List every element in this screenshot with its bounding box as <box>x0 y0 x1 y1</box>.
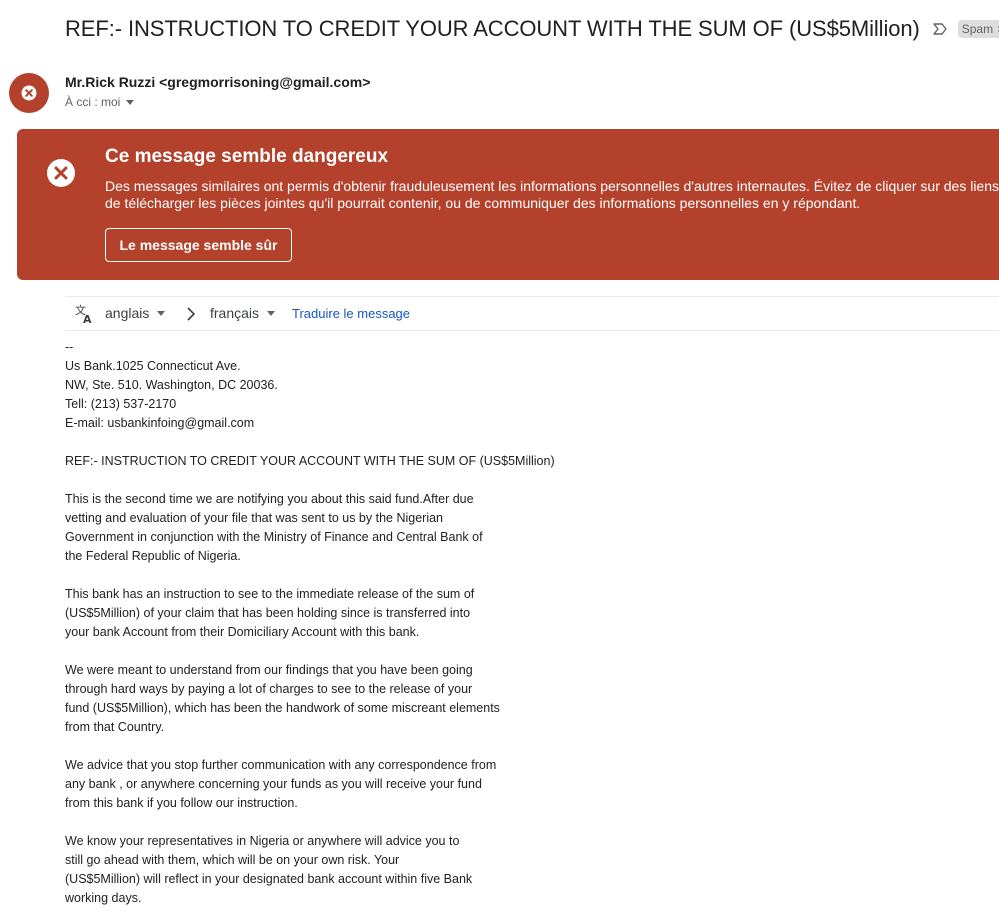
body-line: from that Country. <box>65 720 165 734</box>
recipients-text: À cci : moi <box>65 95 121 109</box>
danger-warning-banner: Ce message semble dangereux Des messages… <box>17 129 999 280</box>
body-line: (US$5Million) of your claim that has bee… <box>65 606 471 620</box>
body-line: We know your representatives in Nigeria … <box>65 834 460 848</box>
body-paragraph: We were meant to understand from our fin… <box>65 661 625 737</box>
chevron-down-icon <box>157 310 166 316</box>
chevron-right-icon <box>187 307 196 321</box>
email-subject: REF:- INSTRUCTION TO CREDIT YOUR ACCOUNT… <box>65 16 920 41</box>
important-marker-icon[interactable] <box>932 21 948 37</box>
body-line: still go ahead with them, which will be … <box>65 853 400 867</box>
body-line: Tell: (213) 537-2170 <box>65 397 177 411</box>
body-line: We advice that you stop further communic… <box>65 758 497 772</box>
body-line: Government in conjunction with the Minis… <box>65 530 483 544</box>
body-line: REF:- INSTRUCTION TO CREDIT YOUR ACCOUNT… <box>65 454 555 468</box>
translate-message-link[interactable]: Traduire le message <box>292 306 410 321</box>
warning-title: Ce message semble dangereux <box>105 146 389 167</box>
source-language-select[interactable]: anglais <box>105 305 166 321</box>
sender-name[interactable]: Mr.Rick Ruzzi <gregmorrisoning@gmail.com… <box>65 74 370 90</box>
source-language-label: anglais <box>105 305 150 321</box>
body-line: E-mail: usbankinfoing@gmail.com <box>65 416 255 430</box>
message-body: -- Us Bank.1025 Connecticut Ave. NW, Ste… <box>65 338 625 908</box>
subject-row: REF:- INSTRUCTION TO CREDIT YOUR ACCOUNT… <box>65 16 999 42</box>
body-line: your bank Account from their Domiciliary… <box>65 625 420 639</box>
body-line: from this bank if you follow our instruc… <box>65 796 298 810</box>
chevron-down-icon <box>267 310 276 316</box>
body-line: any bank , or anywhere concerning your f… <box>65 777 482 791</box>
error-x-icon <box>21 85 37 101</box>
body-line: NW, Ste. 510. Washington, DC 20036. <box>65 378 278 392</box>
body-paragraph: We advice that you stop further communic… <box>65 756 625 813</box>
target-language-select[interactable]: français <box>210 305 276 321</box>
svg-text:A: A <box>83 313 92 324</box>
body-line: fund (US$5Million), which has been the h… <box>65 701 500 715</box>
body-line: working days. <box>65 891 142 905</box>
body-line: through hard ways by paying a lot of cha… <box>65 682 473 696</box>
spam-label-text: Spam <box>961 22 994 36</box>
body-paragraph: We know your representatives in Nigeria … <box>65 832 625 908</box>
body-line: This is the second time we are notifying… <box>65 492 474 506</box>
translate-bar: 文 A anglais français Traduire le message <box>65 296 999 331</box>
recipients-toggle[interactable]: À cci : moi <box>65 95 135 109</box>
body-paragraph: This is the second time we are notifying… <box>65 490 625 566</box>
signature-block: -- Us Bank.1025 Connecticut Ave. NW, Ste… <box>65 338 625 433</box>
warning-text: Des messages similaires ont permis d'obt… <box>105 178 999 211</box>
chevron-down-icon <box>126 99 135 105</box>
body-line: This bank has an instruction to see to t… <box>65 587 475 601</box>
body-line: (US$5Million) will reflect in your desig… <box>65 872 473 886</box>
sender-avatar[interactable] <box>9 73 49 113</box>
message-looks-safe-button[interactable]: Le message semble sûr <box>105 228 292 262</box>
body-line: the Federal Republic of Nigeria. <box>65 549 241 563</box>
body-line: We were meant to understand from our fin… <box>65 663 473 677</box>
target-language-label: français <box>210 305 260 321</box>
translate-icon: 文 A <box>75 304 92 324</box>
email-view: REF:- INSTRUCTION TO CREDIT YOUR ACCOUNT… <box>0 0 999 919</box>
body-line: vetting and evaluation of your file that… <box>65 511 444 525</box>
body-paragraph: This bank has an instruction to see to t… <box>65 585 625 642</box>
body-line: -- <box>65 340 74 354</box>
warning-x-icon <box>47 159 75 187</box>
spam-label-chip[interactable]: Spam × <box>957 20 999 38</box>
body-paragraph: REF:- INSTRUCTION TO CREDIT YOUR ACCOUNT… <box>65 452 625 471</box>
body-line: Us Bank.1025 Connecticut Ave. <box>65 359 241 373</box>
